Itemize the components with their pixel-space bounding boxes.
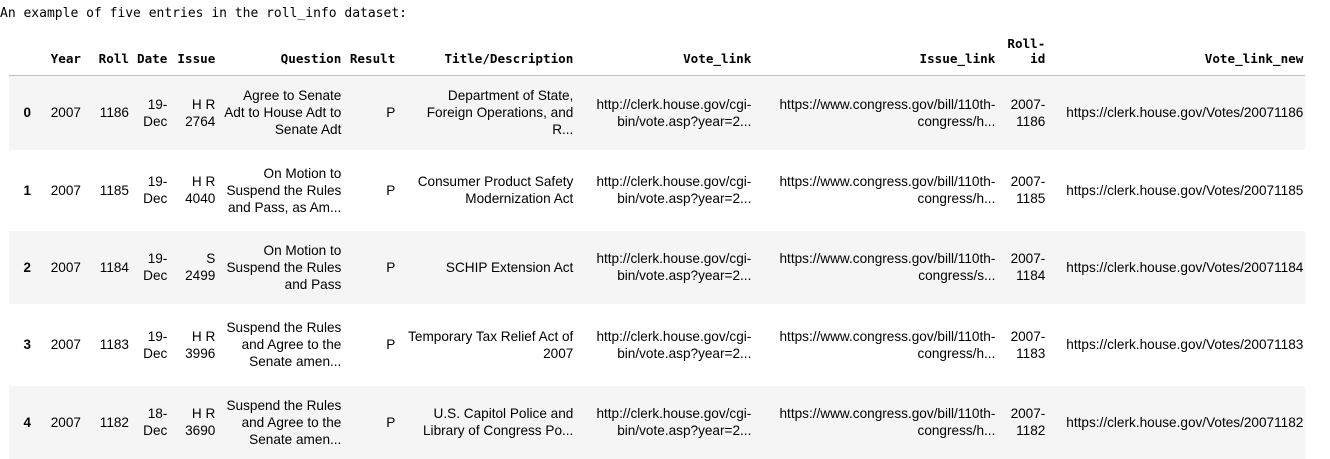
cell-vote-link: http://clerk.house.gov/cgi-bin/vote.asp?… <box>596 96 752 129</box>
cell-issue-link: https://www.congress.gov/bill/110th-cong… <box>779 96 996 129</box>
column-header-issue: Issue <box>169 28 218 76</box>
cell-date: 19-Dec <box>143 96 168 129</box>
cell-roll-id: 2007-1186 <box>1010 96 1046 129</box>
column-header-issue-link: Issue_link <box>753 28 998 76</box>
table-row: 0 2007 1186 19-Dec H R 2764 Agree to Sen… <box>9 75 1306 150</box>
table-row: 1 2007 1185 19-Dec H R 4040 On Motion to… <box>9 150 1305 231</box>
cell-roll: 1186 <box>99 105 129 121</box>
cell-vote-link-new: https://clerk.house.gov/Votes/20071185 <box>1066 182 1304 198</box>
table-row: 4 2007 1182 18-Dec H R 3690 Suspend the … <box>9 385 1306 459</box>
row-index: 3 <box>23 337 31 352</box>
row-index: 0 <box>23 105 31 121</box>
dataframe-table: Year Roll Date Issue Question Result Tit… <box>9 28 1306 459</box>
cell-question: Suspend the Rules and Agree to the Senat… <box>226 397 342 447</box>
cell-vote-link-new: https://clerk.house.gov/Votes/20071182 <box>1066 414 1304 430</box>
cell-question: Agree to Senate Adt to House Adt to Sena… <box>224 88 342 138</box>
column-header-year: Year <box>37 28 83 76</box>
cell-issue-link: https://www.congress.gov/bill/110th-cong… <box>779 174 996 206</box>
cell-issue: H R 3690 <box>185 406 216 438</box>
output-caption: An example of five entries in the roll_i… <box>0 6 407 21</box>
cell-issue: H R 3996 <box>185 328 216 361</box>
cell-year: 2007 <box>50 414 81 430</box>
cell-question: On Motion to Suspend the Rules and Pass,… <box>226 165 342 215</box>
column-header-result: Result <box>343 28 398 76</box>
cell-date: 19-Dec <box>143 174 168 206</box>
cell-date: 19-Dec <box>143 328 168 361</box>
cell-year: 2007 <box>50 182 81 198</box>
cell-vote-link-new: https://clerk.house.gov/Votes/20071186 <box>1066 105 1304 121</box>
column-header-date: Date <box>131 28 170 76</box>
cell-title: SCHIP Extension Act <box>445 259 574 275</box>
cell-title: Consumer Product Safety Modernization Ac… <box>417 174 574 206</box>
cell-issue: H R 2764 <box>185 96 216 129</box>
cell-roll-id: 2007-1185 <box>1010 174 1046 206</box>
table-row: 3 2007 1183 19-Dec H R 3996 Suspend the … <box>9 304 1305 386</box>
cell-year: 2007 <box>50 105 81 121</box>
cell-issue-link: https://www.congress.gov/bill/110th-cong… <box>779 328 996 361</box>
column-header-roll: Roll <box>83 28 131 76</box>
cell-vote-link-new: https://clerk.house.gov/Votes/20071183 <box>1066 337 1304 352</box>
dataframe: Year Roll Date Issue Question Result Tit… <box>9 28 1306 459</box>
cell-question: On Motion to Suspend the Rules and Pass <box>226 242 342 292</box>
cell-roll: 1182 <box>99 414 129 430</box>
cell-result: P <box>386 182 396 198</box>
cell-year: 2007 <box>50 259 81 275</box>
cell-vote-link: http://clerk.house.gov/cgi-bin/vote.asp?… <box>596 406 752 438</box>
cell-vote-link: http://clerk.house.gov/cgi-bin/vote.asp?… <box>596 328 752 361</box>
cell-result: P <box>386 414 396 430</box>
cell-date: 19-Dec <box>143 251 168 283</box>
cell-title: Temporary Tax Relief Act of 2007 <box>408 328 574 361</box>
cell-vote-link: http://clerk.house.gov/cgi-bin/vote.asp?… <box>596 174 752 206</box>
cell-roll-id: 2007-1183 <box>1010 328 1046 361</box>
cell-issue: S 2499 <box>185 251 216 283</box>
cell-roll-id: 2007-1184 <box>1010 251 1046 283</box>
cell-vote-link: http://clerk.house.gov/cgi-bin/vote.asp?… <box>596 251 752 283</box>
cell-roll: 1184 <box>99 259 129 275</box>
cell-issue: H R 4040 <box>185 174 216 206</box>
cell-result: P <box>386 105 396 121</box>
column-header-title: Title/Description <box>397 28 576 76</box>
table-row: 2 2007 1184 19-Dec S 2499 On Motion to S… <box>9 230 1306 304</box>
column-header-vote-link-new: Vote_link_new <box>1047 28 1306 76</box>
cell-date: 18-Dec <box>143 406 168 438</box>
cell-roll: 1183 <box>99 337 129 352</box>
column-header-question: Question <box>217 28 344 76</box>
row-index: 1 <box>23 182 31 198</box>
cell-roll-id: 2007-1182 <box>1010 406 1046 438</box>
column-header-vote-link: Vote_link <box>575 28 754 76</box>
cell-roll: 1185 <box>99 182 129 198</box>
row-index: 4 <box>23 414 31 430</box>
cell-issue-link: https://www.congress.gov/bill/110th-cong… <box>779 251 996 283</box>
cell-issue-link: https://www.congress.gov/bill/110th-cong… <box>779 406 996 438</box>
header-row: Year Roll Date Issue Question Result Tit… <box>9 28 1306 76</box>
cell-result: P <box>386 259 396 275</box>
column-header-roll-id: Roll-id <box>997 28 1048 76</box>
row-index: 2 <box>23 259 31 275</box>
cell-question: Suspend the Rules and Agree to the Senat… <box>226 320 342 369</box>
cell-title: Department of State, Foreign Operations,… <box>426 88 574 138</box>
cell-year: 2007 <box>50 337 81 352</box>
cell-result: P <box>386 337 396 352</box>
cell-title: U.S. Capitol Police and Library of Congr… <box>422 406 574 438</box>
column-header-index <box>9 28 37 76</box>
cell-vote-link-new: https://clerk.house.gov/Votes/20071184 <box>1066 259 1304 275</box>
